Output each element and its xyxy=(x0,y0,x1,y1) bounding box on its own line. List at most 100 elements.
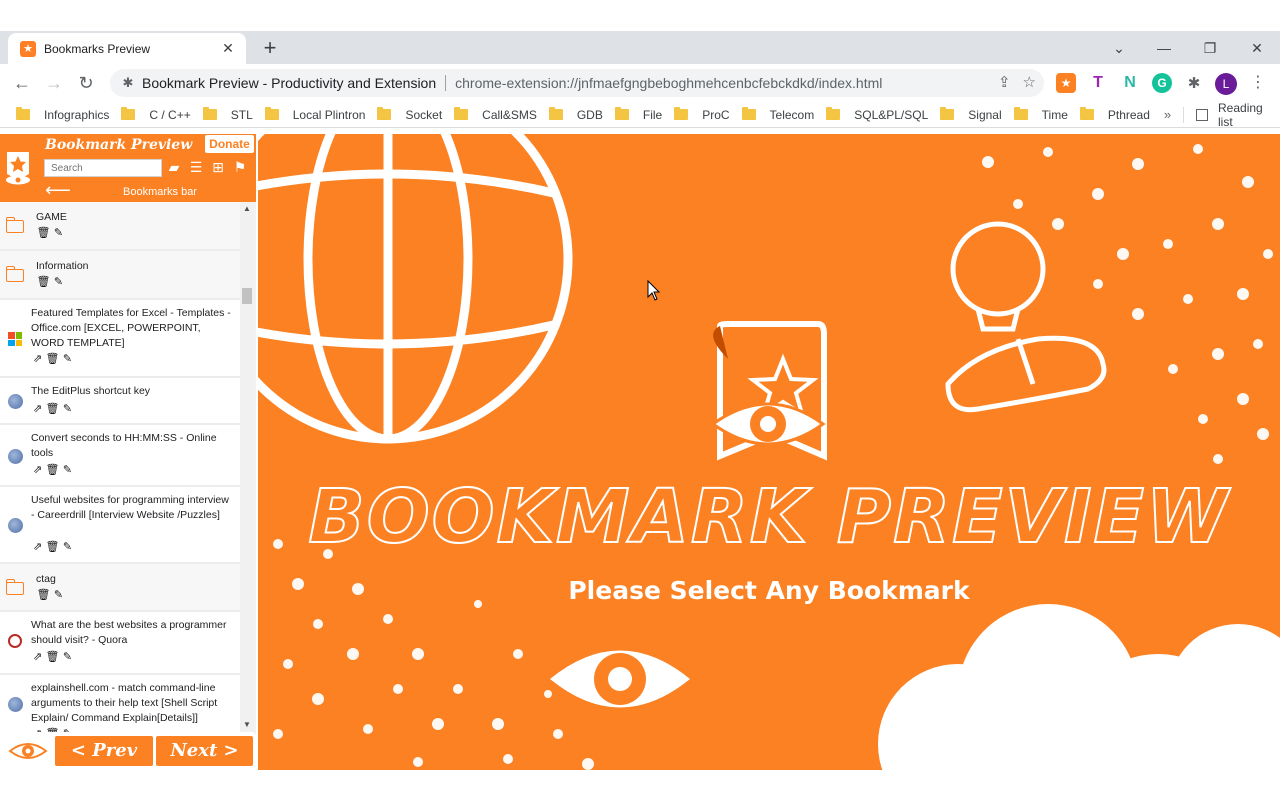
list-item-explainshell[interactable]: explainshell.com - match command-line ar… xyxy=(0,675,240,732)
bookmark-folder-call-sms[interactable]: Call&SMS xyxy=(452,104,543,126)
tab-bookmarks-preview[interactable]: ★ Bookmarks Preview ✕ xyxy=(8,33,246,64)
t-extension-icon[interactable]: T xyxy=(1088,73,1108,93)
bookmark-folder-time[interactable]: Time xyxy=(1012,104,1074,126)
reload-icon[interactable]: ↻ xyxy=(74,71,98,95)
tab-search-chevron-icon[interactable]: ⌄ xyxy=(1105,36,1133,60)
scrollbar-thumb[interactable] xyxy=(242,288,252,304)
bookmark-folder-proc[interactable]: ProC xyxy=(672,104,735,126)
delete-icon[interactable]: 🗑 xyxy=(46,463,60,476)
delete-icon[interactable]: 🗑 xyxy=(46,352,60,365)
open-link-icon[interactable]: ⇗ xyxy=(32,650,43,663)
bookmark-folder-telecom[interactable]: Telecom xyxy=(740,104,821,126)
delete-icon[interactable]: 🗑 xyxy=(46,540,60,553)
list-item-careerdrill[interactable]: Useful websites for programming intervie… xyxy=(0,487,240,564)
sidebar-footer: < Prev Next > xyxy=(0,734,256,770)
edit-pencil-icon[interactable]: ✎ xyxy=(62,727,73,733)
edit-pencil-icon[interactable]: ✎ xyxy=(62,402,73,415)
bookmark-folder-stl[interactable]: STL xyxy=(201,104,259,126)
extensions-puzzle-icon[interactable]: ✱ xyxy=(1184,73,1204,93)
bookmark-folder-socket[interactable]: Socket xyxy=(375,104,448,126)
bookmark-star-icon[interactable]: ☆ xyxy=(1023,73,1036,91)
sidebar-search-input[interactable] xyxy=(44,159,162,177)
edit-pencil-icon[interactable]: ✎ xyxy=(53,275,64,288)
next-button[interactable]: Next > xyxy=(156,736,253,766)
folder-icon xyxy=(614,107,629,120)
more-menu-icon[interactable]: ⋮ xyxy=(1250,73,1266,93)
grammarly-extension-icon[interactable]: G xyxy=(1152,73,1172,93)
edit-pencil-icon[interactable]: ✎ xyxy=(62,540,73,553)
minimize-button[interactable]: — xyxy=(1150,36,1178,60)
globe-icon xyxy=(6,695,24,713)
more-bookmarks-chevron-icon[interactable]: » xyxy=(1164,107,1171,122)
back-arrow-icon[interactable]: ← xyxy=(10,71,34,95)
tab-title: Bookmarks Preview xyxy=(44,41,151,56)
folder-icon xyxy=(741,107,756,120)
delete-icon[interactable]: 🗑 xyxy=(37,275,51,288)
address-bar[interactable]: ✱ Bookmark Preview - Productivity and Ex… xyxy=(110,69,1044,97)
bookmark-folder-file[interactable]: File xyxy=(613,104,668,126)
delete-icon[interactable]: 🗑 xyxy=(37,226,51,239)
add-folder-icon[interactable]: ⊞ xyxy=(209,158,227,176)
list-item-quora[interactable]: What are the best websites a programmer … xyxy=(0,612,240,675)
sidebar-header: Bookmark Preview Donate ▰ ☰ ⊞ ⚑ ⟵ Bookma… xyxy=(0,134,256,202)
n-extension-icon[interactable]: N xyxy=(1120,73,1140,93)
delete-icon[interactable]: 🗑 xyxy=(46,727,60,733)
prev-button[interactable]: < Prev xyxy=(55,736,153,766)
list-item-folder-game[interactable]: GAME 🗑 ✎ xyxy=(0,202,240,251)
folder-icon xyxy=(1013,107,1028,120)
globe-icon xyxy=(6,392,24,410)
bookmark-folder-c-cpp[interactable]: C / C++ xyxy=(119,104,196,126)
edit-pencil-icon[interactable]: ✎ xyxy=(62,352,73,365)
edit-pencil-icon[interactable]: ✎ xyxy=(53,226,64,239)
bookmark-sidebar: Bookmark Preview Donate ▰ ☰ ⊞ ⚑ ⟵ Bookma… xyxy=(0,134,256,770)
folder-icon xyxy=(548,107,563,120)
edit-pencil-icon[interactable]: ✎ xyxy=(62,463,73,476)
eye-illustration xyxy=(550,650,690,708)
delete-icon[interactable]: 🗑 xyxy=(46,650,60,663)
close-window-button[interactable]: ✕ xyxy=(1243,36,1271,60)
bookmark-preview-extension-icon[interactable]: ★ xyxy=(1056,73,1076,93)
edit-pencil-icon[interactable]: ✎ xyxy=(53,588,64,601)
open-link-icon[interactable]: ⇗ xyxy=(32,540,43,553)
new-tab-button[interactable]: + xyxy=(258,37,282,61)
open-link-icon[interactable]: ⇗ xyxy=(32,727,43,733)
list-view-icon[interactable]: ☰ xyxy=(187,158,205,176)
back-arrow-icon[interactable]: ⟵ xyxy=(45,181,71,199)
folder-view-icon[interactable]: ▰ xyxy=(165,158,183,176)
bookmark-folder-pthread[interactable]: Pthread xyxy=(1078,104,1156,126)
open-link-icon[interactable]: ⇗ xyxy=(32,463,43,476)
add-bookmark-icon[interactable]: ⚑ xyxy=(231,158,249,176)
restore-button[interactable]: ❐ xyxy=(1196,36,1224,60)
scroll-up-arrow-icon[interactable]: ▲ xyxy=(243,205,251,213)
forward-arrow-icon[interactable]: → xyxy=(42,71,66,95)
bookmark-label: Socket xyxy=(405,107,443,122)
open-link-icon[interactable]: ⇗ xyxy=(32,402,43,415)
edit-pencil-icon[interactable]: ✎ xyxy=(62,650,73,663)
folder-icon xyxy=(5,265,24,284)
open-link-icon[interactable]: ⇗ xyxy=(32,352,43,365)
profile-avatar[interactable]: L xyxy=(1215,73,1237,95)
list-item-office-templates[interactable]: Featured Templates for Excel - Templates… xyxy=(0,300,240,378)
bookmark-folder-signal[interactable]: Signal xyxy=(938,104,1007,126)
omnibox-url: chrome-extension://jnfmaefgngbeboghmehce… xyxy=(455,75,883,91)
reading-list-button[interactable]: Reading list xyxy=(1196,101,1280,129)
delete-icon[interactable]: 🗑 xyxy=(46,402,60,415)
bookmark-folder-gdb[interactable]: GDB xyxy=(547,104,609,126)
sidebar-scrollbar[interactable]: ▲ ▼ xyxy=(240,202,254,732)
tab-close-icon[interactable]: ✕ xyxy=(220,40,236,57)
item-title: The EditPlus shortcut key xyxy=(31,385,151,397)
item-title: explainshell.com - match command-line ar… xyxy=(31,682,218,724)
delete-icon[interactable]: 🗑 xyxy=(37,588,51,601)
preview-eye-icon[interactable] xyxy=(8,740,48,762)
scroll-down-arrow-icon[interactable]: ▼ xyxy=(243,721,251,729)
bookmark-label: Telecom xyxy=(769,107,815,122)
donate-button[interactable]: Donate xyxy=(205,135,254,153)
list-item-editplus[interactable]: The EditPlus shortcut key ⇗ 🗑 ✎ xyxy=(0,378,240,425)
share-icon[interactable]: ⇪ xyxy=(998,73,1011,91)
list-item-folder-ctag[interactable]: ctag 🗑 ✎ xyxy=(0,564,240,612)
bookmark-folder-infographics[interactable]: Infographics xyxy=(14,104,115,126)
bookmark-folder-sql[interactable]: SQL&PL/SQL xyxy=(824,104,934,126)
bookmark-folder-local-plintron[interactable]: Local Plintron xyxy=(263,104,372,126)
list-item-convert-seconds[interactable]: Convert seconds to HH:MM:SS - Online too… xyxy=(0,425,240,487)
list-item-folder-information[interactable]: Information 🗑 ✎ xyxy=(0,251,240,300)
